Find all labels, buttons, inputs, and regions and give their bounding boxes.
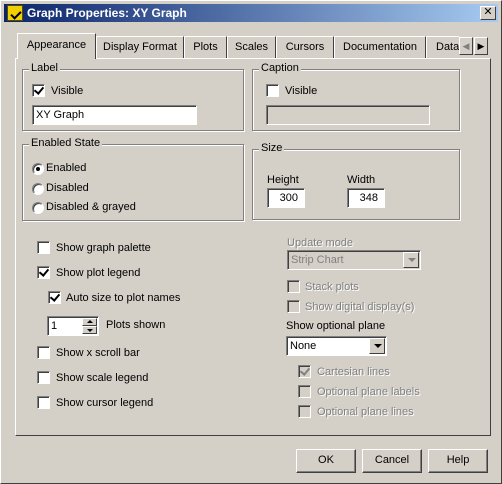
cartesian-lines-checkbox[interactable] (298, 365, 311, 378)
show-optional-plane-label: Show optional plane (286, 320, 386, 332)
tab-label: Data (436, 41, 459, 53)
tab-label: Appearance (26, 39, 87, 51)
show-x-scroll-bar-label: Show x scroll bar (56, 347, 140, 359)
stack-plots-label: Stack plots (305, 281, 359, 293)
optional-plane-labels-checkbox[interactable] (298, 385, 311, 398)
tab-label: Display Format (103, 41, 177, 53)
label-group: Label Visible XY Graph (22, 62, 244, 131)
scroll-left-icon: ◀ (462, 41, 470, 51)
window-title: Graph Properties: XY Graph (27, 6, 187, 20)
show-graph-palette-checkbox[interactable] (37, 241, 50, 254)
group-title: Caption (259, 62, 301, 74)
label-visible-label: Visible (51, 85, 84, 97)
decrement-icon[interactable] (82, 326, 97, 334)
tab-scroll-left-button[interactable]: ◀ (459, 37, 473, 55)
caption-group: Caption Visible (252, 62, 460, 131)
show-cursor-legend-label: Show cursor legend (56, 397, 154, 409)
height-field[interactable]: 300 (267, 188, 305, 208)
caption-text-field[interactable] (266, 105, 430, 125)
increment-icon[interactable] (82, 318, 97, 326)
tab-cursors[interactable]: Cursors (276, 36, 334, 58)
disabled-grayed-label: Disabled & grayed (46, 201, 136, 213)
show-x-scroll-bar-checkbox[interactable] (37, 346, 50, 359)
width-label: Width (347, 174, 376, 186)
update-mode-label: Update mode (287, 237, 354, 249)
tab-scales[interactable]: Scales (227, 36, 276, 58)
caption-visible-checkbox[interactable] (266, 84, 279, 97)
labview-icon (7, 5, 23, 21)
close-button[interactable]: ✕ (480, 6, 496, 20)
tab-appearance[interactable]: Appearance (17, 33, 96, 59)
disabled-grayed-radio[interactable] (32, 202, 44, 214)
tab-label: Scales (234, 41, 269, 53)
tab-documentation[interactable]: Documentation (334, 36, 426, 58)
optional-plane-lines-checkbox[interactable] (298, 405, 311, 418)
chevron-down-icon[interactable] (369, 338, 385, 354)
tab-label: Documentation (343, 41, 417, 53)
size-group: Size Height 300 Width 348 (252, 142, 460, 220)
update-mode-dropdown[interactable]: Strip Chart (287, 250, 421, 270)
caption-visible-label: Visible (285, 85, 318, 97)
label-visible-checkbox[interactable] (32, 84, 45, 97)
help-button[interactable]: Help (428, 449, 488, 473)
chevron-down-icon[interactable] (403, 252, 419, 268)
graph-properties-dialog: Graph Properties: XY Graph ✕ Appearance … (0, 0, 502, 484)
width-field[interactable]: 348 (347, 188, 385, 208)
tab-display-format[interactable]: Display Format (96, 36, 184, 58)
scroll-right-icon: ▶ (477, 41, 485, 51)
update-mode-value: Strip Chart (291, 254, 344, 266)
tab-scroll-right-button[interactable]: ▶ (474, 37, 488, 55)
auto-size-checkbox[interactable] (48, 291, 61, 304)
optional-plane-labels-label: Optional plane labels (317, 386, 420, 398)
group-title: Enabled State (29, 137, 103, 149)
auto-size-label: Auto size to plot names (66, 292, 181, 304)
cancel-button[interactable]: Cancel (362, 449, 422, 473)
disabled-radio[interactable] (32, 183, 44, 195)
show-scale-legend-label: Show scale legend (56, 372, 149, 384)
enabled-radio[interactable] (32, 163, 44, 175)
title-bar[interactable]: Graph Properties: XY Graph ✕ (4, 4, 498, 22)
enabled-label: Enabled (46, 162, 87, 174)
show-digital-displays-label: Show digital display(s) (305, 301, 415, 313)
height-label: Height (267, 174, 299, 186)
optional-plane-lines-label: Optional plane lines (317, 406, 414, 418)
show-graph-palette-label: Show graph palette (56, 242, 151, 254)
plots-shown-value: 1 (51, 320, 58, 332)
show-scale-legend-checkbox[interactable] (37, 371, 50, 384)
cartesian-lines-label: Cartesian lines (317, 366, 390, 378)
tab-plots[interactable]: Plots (184, 36, 227, 58)
group-title: Label (29, 62, 60, 74)
disabled-label: Disabled (46, 182, 89, 194)
tab-data[interactable]: Data (426, 36, 459, 58)
plots-shown-label: Plots shown (106, 319, 166, 331)
tab-label: Cursors (285, 41, 325, 53)
stack-plots-checkbox[interactable] (287, 280, 300, 293)
group-title: Size (259, 142, 285, 154)
enabled-state-group: Enabled State Enabled Disabled Disabled … (22, 137, 244, 221)
show-digital-displays-checkbox[interactable] (287, 300, 300, 313)
plots-shown-stepper[interactable]: 1 (47, 316, 99, 336)
appearance-panel: Label Visible XY Graph Caption Visible E… (15, 58, 491, 436)
show-plot-legend-checkbox[interactable] (37, 266, 50, 279)
tab-label: Plots (193, 41, 218, 53)
show-cursor-legend-checkbox[interactable] (37, 396, 50, 409)
optional-plane-dropdown[interactable]: None (286, 336, 387, 356)
optional-plane-value: None (290, 340, 317, 352)
label-text-field[interactable]: XY Graph (32, 105, 197, 125)
show-plot-legend-label: Show plot legend (56, 267, 141, 279)
ok-button[interactable]: OK (296, 449, 356, 473)
